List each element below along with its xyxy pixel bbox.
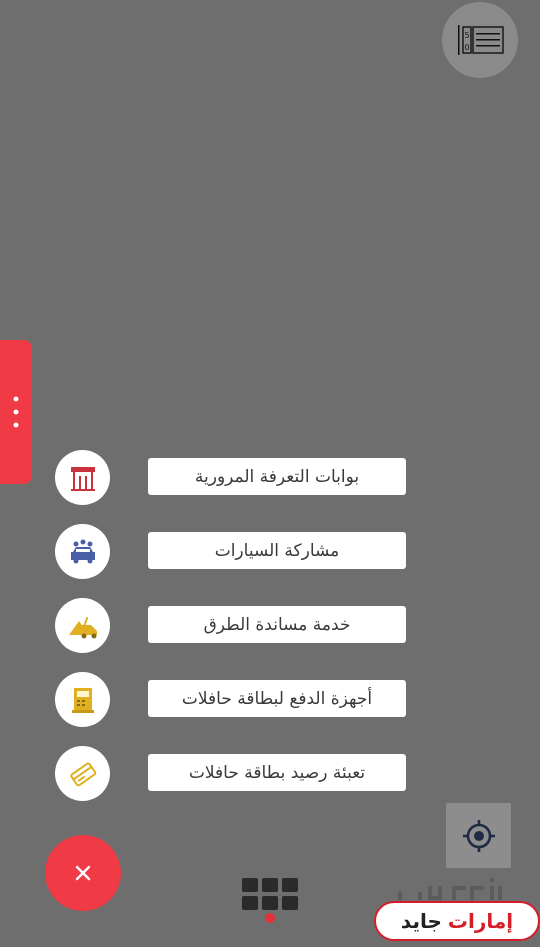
menu-item-roadside-assistance[interactable]: خدمة مساندة الطرق	[0, 596, 540, 656]
menu-item-payment-machines[interactable]: أجهزة الدفع لبطاقة حافلات	[0, 670, 540, 730]
menu-item-label[interactable]: مشاركة السيارات	[148, 532, 406, 569]
svg-text:0: 0	[464, 43, 469, 52]
active-indicator-dot	[265, 913, 275, 923]
bus-card-topup-icon-button[interactable]	[55, 746, 110, 801]
speed-limit-sign-icon: 5 0	[458, 25, 504, 55]
more-vertical-icon	[13, 396, 19, 428]
crosshair-location-icon	[462, 819, 495, 852]
menu-item-bus-card-topup[interactable]: تعبئة رصيد بطاقة حافلات	[0, 744, 540, 804]
menu-item-label[interactable]: أجهزة الدفع لبطاقة حافلات	[148, 680, 406, 717]
bus-card-topup-icon	[69, 762, 96, 786]
car-sharing-icon	[70, 539, 95, 563]
apps-grid-button[interactable]	[242, 878, 298, 912]
watermark-part2: جايد	[400, 909, 442, 933]
watermark-part1: إمارات	[447, 909, 514, 933]
watermark-logo: إمارات جايد	[374, 901, 540, 941]
close-menu-button[interactable]	[45, 835, 121, 911]
toll-gate-icon-button[interactable]	[55, 450, 110, 505]
menu-item-toll-gates[interactable]: بوابات التعرفة المرورية	[0, 448, 540, 508]
menu-item-label[interactable]: بوابات التعرفة المرورية	[148, 458, 406, 495]
roadside-assistance-icon	[68, 616, 97, 638]
menu-item-label[interactable]: تعبئة رصيد بطاقة حافلات	[148, 754, 406, 791]
my-location-button[interactable]	[446, 803, 511, 868]
roadside-assistance-icon-button[interactable]	[55, 598, 110, 653]
close-icon	[75, 865, 91, 881]
brand-logo-icon	[398, 878, 502, 900]
car-sharing-icon-button[interactable]	[55, 524, 110, 579]
speed-limit-sign-button[interactable]: 5 0	[442, 2, 518, 78]
menu-item-label[interactable]: خدمة مساندة الطرق	[148, 606, 406, 643]
payment-machine-icon-button[interactable]	[55, 672, 110, 727]
toll-gate-icon	[70, 466, 95, 491]
svg-text:5: 5	[464, 31, 469, 40]
payment-machine-icon	[71, 687, 94, 713]
menu-item-car-sharing[interactable]: مشاركة السيارات	[0, 522, 540, 582]
